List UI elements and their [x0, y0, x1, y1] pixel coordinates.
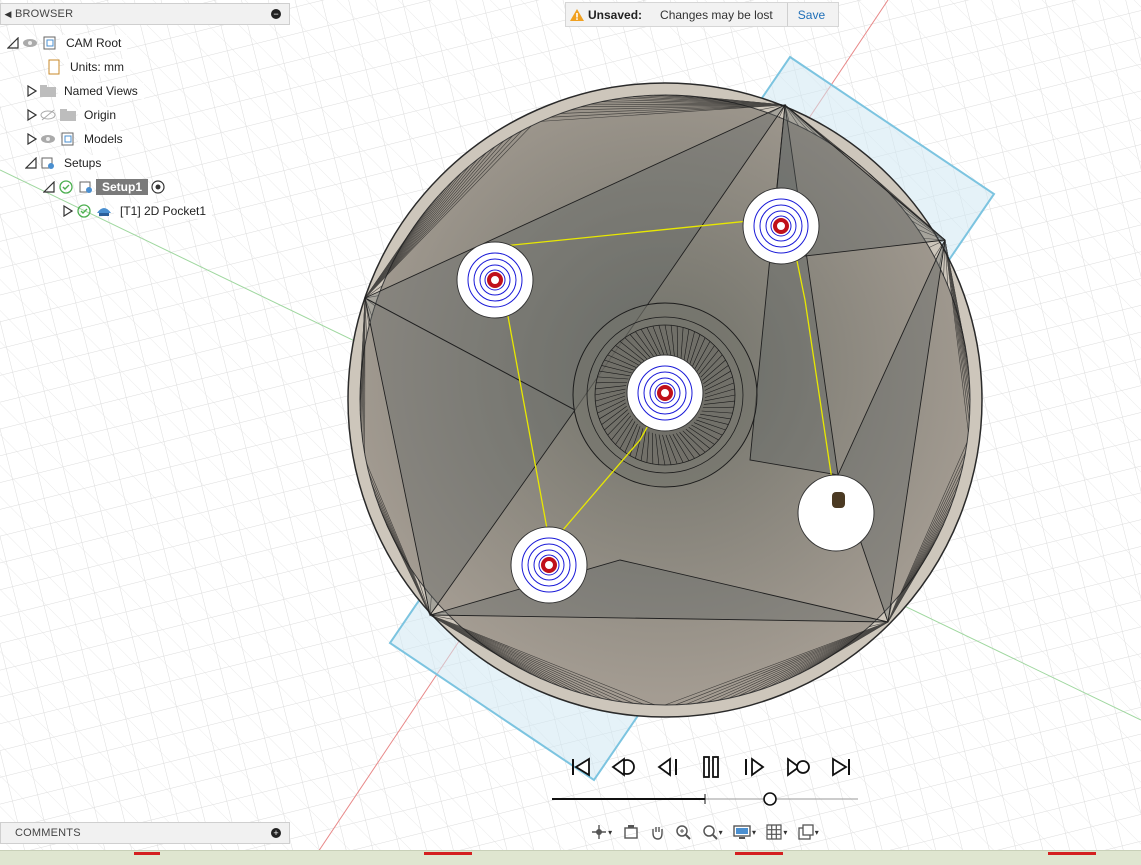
setup-icon	[38, 155, 58, 171]
tree-label[interactable]: Units: mm	[64, 59, 130, 75]
expand-triangle-icon[interactable]	[24, 108, 38, 122]
cutter-tool	[832, 492, 845, 508]
tree-node-cam-root[interactable]: CAM Root	[6, 33, 127, 53]
tree-label[interactable]: Models	[78, 131, 129, 147]
timeline-marker	[1048, 852, 1096, 855]
next-operation-button[interactable]	[783, 752, 813, 782]
step-forward-button[interactable]	[739, 752, 769, 782]
target-icon[interactable]	[148, 179, 168, 195]
tree-node-operation[interactable]: [T1] 2D Pocket1	[60, 201, 212, 221]
pan-icon[interactable]	[649, 822, 665, 842]
navigation-toolbar: ▾ ▾ ▾ ▾ ▾	[586, 820, 824, 844]
viewports-icon[interactable]: ▾	[798, 822, 819, 842]
tree-node-setups[interactable]: Setups	[24, 153, 107, 173]
slider-knob[interactable]	[764, 793, 776, 805]
folder-icon	[38, 83, 58, 99]
display-settings-icon[interactable]: ▾	[733, 822, 756, 842]
simulation-slider[interactable]	[552, 792, 858, 806]
comments-header[interactable]: COMMENTS +	[0, 822, 290, 844]
grid-icon[interactable]: ▾	[766, 822, 787, 842]
expand-triangle-icon[interactable]	[24, 156, 38, 170]
tree-label[interactable]: Setups	[58, 155, 107, 171]
zoom-icon[interactable]	[675, 822, 691, 842]
browser-header[interactable]: ◀ BROWSER −	[0, 3, 290, 25]
document-icon	[40, 35, 60, 51]
eye-icon[interactable]	[38, 131, 58, 147]
save-button[interactable]: Save	[787, 3, 835, 26]
operation-icon	[94, 203, 114, 219]
document-icon	[58, 131, 78, 147]
simulation-playback	[566, 752, 856, 782]
expand-triangle-icon[interactable]	[42, 180, 56, 194]
document-icon	[44, 59, 64, 75]
check-icon	[74, 203, 94, 219]
tree-label[interactable]: [T1] 2D Pocket1	[114, 203, 212, 219]
pocket-hole	[627, 355, 703, 431]
browser-title: BROWSER	[15, 8, 271, 20]
expand-triangle-icon[interactable]	[24, 132, 38, 146]
tree-label[interactable]: CAM Root	[60, 35, 127, 51]
pocket-hole	[457, 242, 533, 318]
canvas-viewport[interactable]	[0, 0, 1141, 864]
folder-icon	[58, 107, 78, 123]
step-back-button[interactable]	[653, 752, 683, 782]
unsaved-status: Unsaved:	[588, 8, 642, 22]
expand-triangle-icon[interactable]	[24, 84, 38, 98]
unsaved-message: Changes may be lost	[660, 8, 773, 22]
comments-title: COMMENTS	[15, 827, 271, 839]
setup-icon	[76, 179, 96, 195]
add-comment-icon[interactable]: +	[271, 828, 281, 838]
timeline-bar[interactable]	[0, 850, 1141, 865]
collapse-panel-icon[interactable]: ◀	[1, 9, 15, 20]
tree-label[interactable]: Named Views	[58, 83, 144, 99]
tree-node-models[interactable]: Models	[24, 129, 129, 149]
go-to-end-button[interactable]	[826, 752, 856, 782]
previous-operation-button[interactable]	[609, 752, 639, 782]
pocket-hole	[743, 188, 819, 264]
expand-triangle-icon[interactable]	[6, 36, 20, 50]
tree-node-units[interactable]: Units: mm	[44, 57, 130, 77]
tree-label[interactable]: Origin	[78, 107, 122, 123]
unsaved-banner: Unsaved: Changes may be lost Save	[565, 2, 839, 27]
pause-button[interactable]	[696, 752, 726, 782]
expand-triangle-icon[interactable]	[60, 204, 74, 218]
go-to-start-button[interactable]	[566, 752, 596, 782]
eye-icon[interactable]	[20, 35, 40, 51]
orbit-icon[interactable]: ▾	[591, 822, 612, 842]
warning-icon	[566, 8, 588, 22]
tree-node-origin[interactable]: Origin	[24, 105, 122, 125]
tree-label[interactable]: Setup1	[96, 179, 148, 195]
tree-node-named-views[interactable]: Named Views	[24, 81, 144, 101]
timeline-marker	[735, 852, 783, 855]
browser-options-icon[interactable]: −	[271, 9, 281, 19]
check-icon	[56, 179, 76, 195]
timeline-marker	[424, 852, 472, 855]
look-at-icon[interactable]	[623, 822, 639, 842]
timeline-marker	[134, 852, 160, 855]
tool-hole	[798, 475, 874, 551]
eye-hidden-icon[interactable]	[38, 107, 58, 123]
tree-node-setup1[interactable]: Setup1	[42, 177, 168, 197]
fit-zoom-icon[interactable]: ▾	[702, 822, 723, 842]
pocket-hole	[511, 527, 587, 603]
